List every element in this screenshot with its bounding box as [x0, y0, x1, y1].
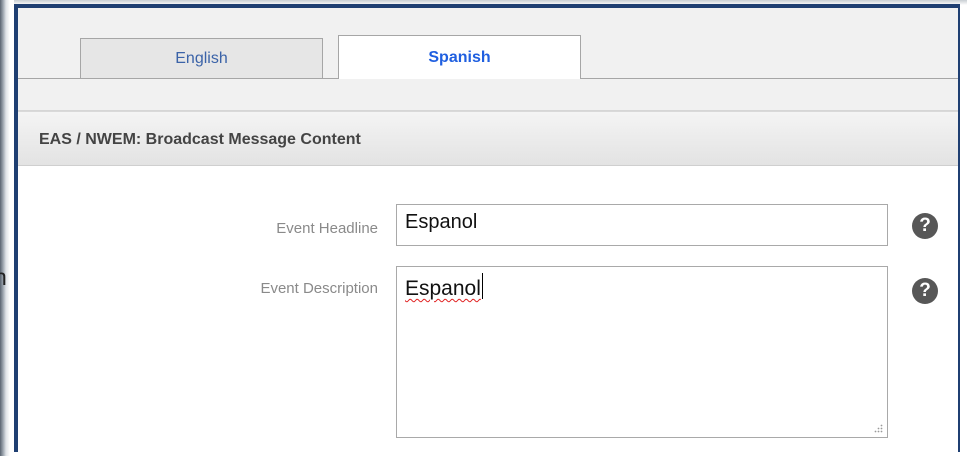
window-left-shadow: [0, 0, 14, 456]
section-header: EAS / NWEM: Broadcast Message Content: [18, 111, 958, 166]
tab-english[interactable]: English: [80, 38, 323, 78]
resize-grip-icon[interactable]: [873, 423, 883, 433]
event-headline-value: Espanol: [405, 211, 478, 233]
event-description-textarea[interactable]: Espanol: [396, 266, 888, 438]
event-description-value: Espanol: [405, 277, 481, 300]
event-description-label: Event Description: [260, 280, 378, 297]
text-caret: [481, 273, 483, 299]
language-tab-bar: English Spanish: [18, 8, 958, 111]
tab-spanish[interactable]: Spanish: [338, 35, 581, 79]
section-title: EAS / NWEM: Broadcast Message Content: [39, 131, 361, 148]
question-circle-icon[interactable]: ?: [912, 278, 938, 304]
question-circle-icon[interactable]: ?: [912, 213, 938, 239]
event-headline-label: Event Headline: [276, 220, 378, 237]
event-headline-input[interactable]: Espanol: [396, 204, 888, 246]
clipped-background-text: n: [0, 264, 7, 290]
broadcast-message-panel: English Spanish EAS / NWEM: Broadcast Me…: [14, 4, 960, 452]
